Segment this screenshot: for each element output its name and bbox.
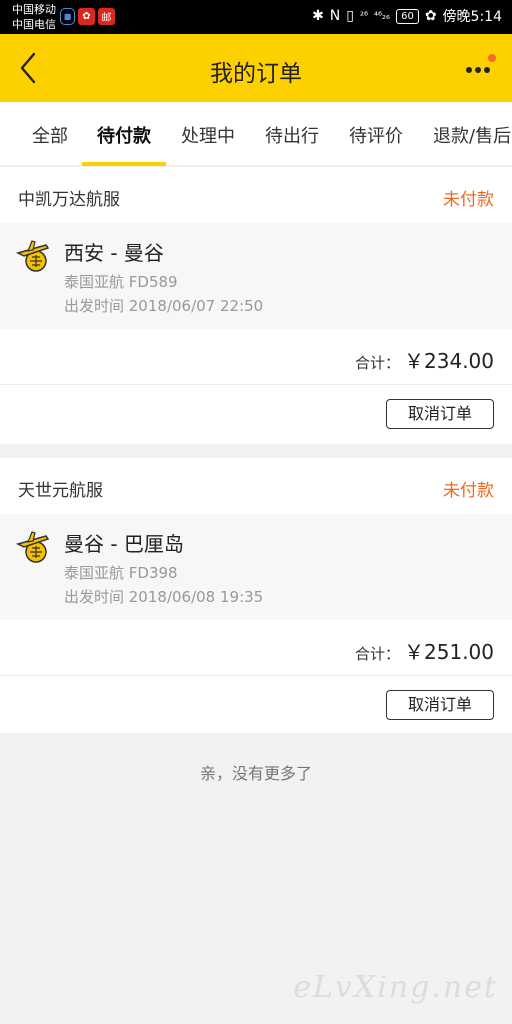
signal-2-icon: ⁴⁶₂₆ [374,10,391,22]
order-total-row: 合计： ￥251.00 [0,620,512,676]
flight-info[interactable]: 曼谷 - 巴厘岛 泰国亚航 FD398 出发时间 2018/06/08 19:3… [0,514,512,620]
leaf-icon: ✿ [424,8,437,24]
departure-time: 出发时间 2018/06/08 19:35 [64,588,264,606]
total-label: 合计： [355,645,401,663]
status-bar: 中国移动 中国电信 ■ ✿ 邮 ✱ N ▯ ²⁶ ⁴⁶₂₆ 60 ✿ 傍晚5:1… [0,0,512,34]
tab-pending-review[interactable]: 待评价 [349,122,403,148]
order-status: 未付款 [443,481,494,501]
tab-pending-travel[interactable]: 待出行 [265,122,319,148]
carrier-1: 中国移动 [12,3,56,16]
battery-icon: 60 [396,8,419,24]
no-more-text: 亲，没有更多了 [199,764,312,783]
order-total: 合计： ￥251.00 [355,636,494,665]
active-tab-indicator [82,162,166,166]
flight-route: 西安 - 曼谷 [64,241,164,265]
status-right: ✱ N ▯ ²⁶ ⁴⁶₂₆ 60 ✿ 傍晚5:14 [312,6,502,26]
total-price: ￥234.00 [404,349,494,373]
more-button[interactable] [462,54,496,84]
clock: 傍晚5:14 [442,9,502,25]
tab-refund[interactable]: 退款/售后 [433,122,511,148]
flight-route: 曼谷 - 巴厘岛 [64,532,184,556]
tab-pending-payment[interactable]: 待付款 [97,122,151,148]
page-title: 我的订单 [210,61,302,87]
airline-flight-number: 泰国亚航 FD589 [64,273,178,291]
lock-icon: ■ [60,8,75,25]
huawei-icon: ✿ [78,8,95,25]
nfc-icon: N [329,8,341,24]
order-tabs: 全部 待付款 处理中 待出行 待评价 退款/售后 [0,102,512,166]
order-header: 天世元航服 未付款 [0,458,512,514]
order-total: 合计： ￥234.00 [355,345,494,374]
cancel-order-button[interactable]: 取消订单 [386,690,494,720]
signal-1-icon: ²⁶ [360,10,369,22]
carrier-info: 中国移动 中国电信 [12,2,56,32]
agency-name: 天世元航服 [18,481,103,501]
airline-flight-number: 泰国亚航 FD398 [64,564,178,582]
watermark: eLvXing.net [293,970,498,1005]
mail-app-icon: 邮 [98,8,115,25]
cancel-order-button[interactable]: 取消订单 [386,399,494,429]
plane-icon [16,531,50,563]
order-header: 中凯万达航服 未付款 [0,167,512,223]
order-card[interactable]: 中凯万达航服 未付款 西安 - 曼谷 泰国亚航 FD589 出发时间 2018/… [0,167,512,444]
tab-processing[interactable]: 处理中 [181,122,235,148]
order-status: 未付款 [443,190,494,210]
tab-all[interactable]: 全部 [32,122,68,148]
order-card[interactable]: 天世元航服 未付款 曼谷 - 巴厘岛 泰国亚航 FD398 出发时间 2018/… [0,458,512,733]
departure-time: 出发时间 2018/06/07 22:50 [64,297,264,315]
notification-dot [488,54,496,62]
total-label: 合计： [355,354,401,372]
app-header: 我的订单 [0,34,512,102]
bluetooth-icon: ✱ [312,8,324,24]
total-price: ￥251.00 [404,640,494,664]
order-total-row: 合计： ￥234.00 [0,329,512,385]
vibrate-icon: ▯ [346,8,354,24]
carrier-2: 中国电信 [12,18,56,31]
flight-info[interactable]: 西安 - 曼谷 泰国亚航 FD589 出发时间 2018/06/07 22:50 [0,223,512,329]
agency-name: 中凯万达航服 [18,190,120,210]
plane-icon [16,240,50,272]
notification-icons: ■ ✿ 邮 [60,8,115,25]
